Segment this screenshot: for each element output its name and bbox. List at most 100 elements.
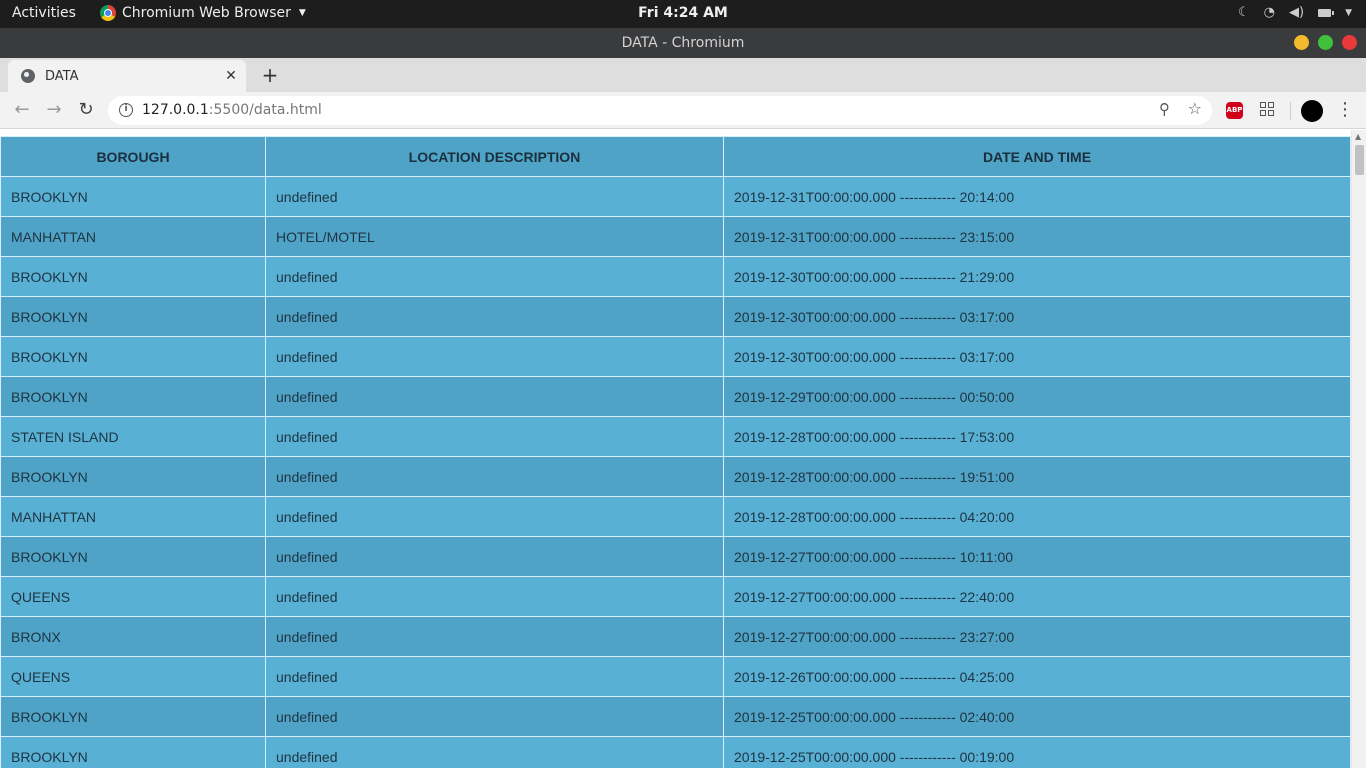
table-row: BROOKLYN undefined 2019-12-30T00:00:00.000…: [0, 256, 1351, 297]
page-content: BOROUGH LOCATION DESCRIPTION DATE AND TI…: [0, 130, 1366, 768]
cell-location-description: undefined: [265, 536, 724, 577]
wifi-icon: ◔: [1263, 5, 1275, 20]
app-menu-label: Chromium Web Browser: [122, 5, 291, 21]
cell-location-description: undefined: [265, 296, 724, 337]
cell-location-description: undefined: [265, 696, 724, 737]
cell-borough: BROOKLYN: [0, 296, 266, 337]
globe-icon: [21, 69, 35, 83]
cell-date-and-time: 2019-12-27T00:00:00.000 ------------ 22:…: [723, 576, 1351, 617]
cell-date-and-time: 2019-12-30T00:00:00.000 ------------ 21:…: [723, 256, 1351, 297]
cell-date-and-time: 2019-12-31T00:00:00.000 ------------ 20:…: [723, 176, 1351, 217]
volume-icon: ◀): [1289, 5, 1305, 20]
system-top-bar: Activities Chromium Web Browser ▼ Fri 4:…: [0, 0, 1366, 28]
table-row: BROOKLYN undefined 2019-12-30T00:00:00.000…: [0, 296, 1351, 337]
address-bar[interactable]: i 127.0.0.1:5500/data.html ⚲ ☆: [108, 96, 1212, 125]
cell-location-description: undefined: [265, 456, 724, 497]
table-row: MANHATTAN undefined 2019-12-28T00:00:00.00…: [0, 496, 1351, 537]
header-location-description: LOCATION DESCRIPTION: [265, 136, 724, 177]
cell-borough: QUEENS: [0, 656, 266, 697]
cell-location-description: undefined: [265, 616, 724, 657]
maximize-button[interactable]: [1318, 35, 1333, 50]
table-row: BROOKLYN undefined 2019-12-31T00:00:00.000…: [0, 176, 1351, 217]
cell-location-description: undefined: [265, 336, 724, 377]
tab-strip: DATA ✕ +: [0, 58, 1366, 92]
window-titlebar[interactable]: DATA - Chromium: [0, 28, 1366, 58]
vertical-scrollbar[interactable]: ▲: [1351, 130, 1366, 768]
cell-location-description: undefined: [265, 176, 724, 217]
tab-data[interactable]: DATA ✕: [8, 60, 246, 92]
close-window-button[interactable]: [1342, 35, 1357, 50]
table-row: BRONX undefined 2019-12-27T00:00:00.000 --…: [0, 616, 1351, 657]
cell-borough: BROOKLYN: [0, 256, 266, 297]
cell-date-and-time: 2019-12-27T00:00:00.000 ------------ 23:…: [723, 616, 1351, 657]
cell-location-description: undefined: [265, 496, 724, 537]
table-body: BROOKLYN undefined 2019-12-31T00:00:00.000…: [0, 176, 1351, 768]
app-menu[interactable]: Chromium Web Browser ▼: [100, 5, 306, 21]
data-table: BOROUGH LOCATION DESCRIPTION DATE AND TI…: [0, 136, 1351, 768]
browser-toolbar: ← → ↻ i 127.0.0.1:5500/data.html ⚲ ☆ ABP…: [0, 92, 1366, 129]
extensions-icon[interactable]: [1260, 102, 1274, 116]
url-text[interactable]: 127.0.0.1:5500/data.html: [142, 102, 322, 118]
chevron-down-icon: ▼: [298, 8, 306, 18]
chevron-down-icon: ▼: [1345, 7, 1352, 18]
new-tab-button[interactable]: +: [260, 63, 280, 87]
cell-location-description: undefined: [265, 576, 724, 617]
cell-borough: QUEENS: [0, 576, 266, 617]
table-row: BROOKLYN undefined 2019-12-25T00:00:00.000…: [0, 736, 1351, 768]
cell-date-and-time: 2019-12-30T00:00:00.000 ------------ 03:…: [723, 336, 1351, 377]
reload-button[interactable]: ↻: [75, 99, 97, 120]
clock[interactable]: Fri 4:24 AM: [638, 5, 728, 21]
back-button[interactable]: ←: [11, 99, 33, 120]
cell-borough: BROOKLYN: [0, 336, 266, 377]
cell-date-and-time: 2019-12-29T00:00:00.000 ------------ 00:…: [723, 376, 1351, 417]
toolbar-divider: [1290, 102, 1291, 120]
cell-borough: BRONX: [0, 616, 266, 657]
cell-borough: BROOKLYN: [0, 536, 266, 577]
cell-date-and-time: 2019-12-25T00:00:00.000 ------------ 02:…: [723, 696, 1351, 737]
table-row: BROOKLYN undefined 2019-12-27T00:00:00.000…: [0, 536, 1351, 577]
cell-date-and-time: 2019-12-28T00:00:00.000 ------------ 17:…: [723, 416, 1351, 457]
cell-location-description: HOTEL/MOTEL: [265, 216, 724, 257]
zoom-icon[interactable]: ⚲: [1159, 100, 1170, 118]
bookmark-star-icon[interactable]: ☆: [1188, 99, 1202, 118]
table-row: BROOKLYN undefined 2019-12-28T00:00:00.000…: [0, 456, 1351, 497]
chromium-icon: [100, 5, 116, 21]
cell-borough: BROOKLYN: [0, 696, 266, 737]
table-row: MANHATTAN HOTEL/MOTEL 2019-12-31T00:00:00.…: [0, 216, 1351, 257]
system-tray[interactable]: ☾ ◔ ◀) ▼: [1238, 5, 1352, 20]
table-row: BROOKLYN undefined 2019-12-29T00:00:00.000…: [0, 376, 1351, 417]
cell-borough: BROOKLYN: [0, 376, 266, 417]
scroll-up-icon[interactable]: ▲: [1355, 132, 1361, 141]
table-row: QUEENS undefined 2019-12-27T00:00:00.000 -…: [0, 576, 1351, 617]
kebab-menu-icon[interactable]: ⋮: [1336, 99, 1354, 120]
header-date-and-time: DATE AND TIME: [723, 136, 1351, 177]
close-tab-icon[interactable]: ✕: [222, 68, 240, 84]
cell-date-and-time: 2019-12-30T00:00:00.000 ------------ 03:…: [723, 296, 1351, 337]
forward-button[interactable]: →: [43, 99, 65, 120]
cell-borough: BROOKLYN: [0, 736, 266, 768]
profile-avatar[interactable]: [1301, 100, 1323, 122]
cell-date-and-time: 2019-12-27T00:00:00.000 ------------ 10:…: [723, 536, 1351, 577]
table-row: BROOKLYN undefined 2019-12-30T00:00:00.000…: [0, 336, 1351, 377]
cell-date-and-time: 2019-12-31T00:00:00.000 ------------ 23:…: [723, 216, 1351, 257]
night-light-icon: ☾: [1238, 5, 1250, 20]
table-row: STATEN ISLAND undefined 2019-12-28T00:00:0…: [0, 416, 1351, 457]
adblock-icon[interactable]: ABP: [1226, 102, 1243, 119]
cell-location-description: undefined: [265, 256, 724, 297]
cell-borough: BROOKLYN: [0, 456, 266, 497]
cell-location-description: undefined: [265, 656, 724, 697]
cell-borough: MANHATTAN: [0, 216, 266, 257]
scrollbar-thumb[interactable]: [1355, 145, 1364, 175]
cell-location-description: undefined: [265, 736, 724, 768]
cell-location-description: undefined: [265, 416, 724, 457]
activities-button[interactable]: Activities: [12, 5, 76, 21]
cell-location-description: undefined: [265, 376, 724, 417]
window-title: DATA - Chromium: [621, 35, 745, 51]
cell-borough: MANHATTAN: [0, 496, 266, 537]
cell-date-and-time: 2019-12-26T00:00:00.000 ------------ 04:…: [723, 656, 1351, 697]
cell-date-and-time: 2019-12-25T00:00:00.000 ------------ 00:…: [723, 736, 1351, 768]
minimize-button[interactable]: [1294, 35, 1309, 50]
table-header-row: BOROUGH LOCATION DESCRIPTION DATE AND TI…: [0, 136, 1351, 177]
info-icon[interactable]: i: [119, 103, 133, 117]
cell-borough: STATEN ISLAND: [0, 416, 266, 457]
